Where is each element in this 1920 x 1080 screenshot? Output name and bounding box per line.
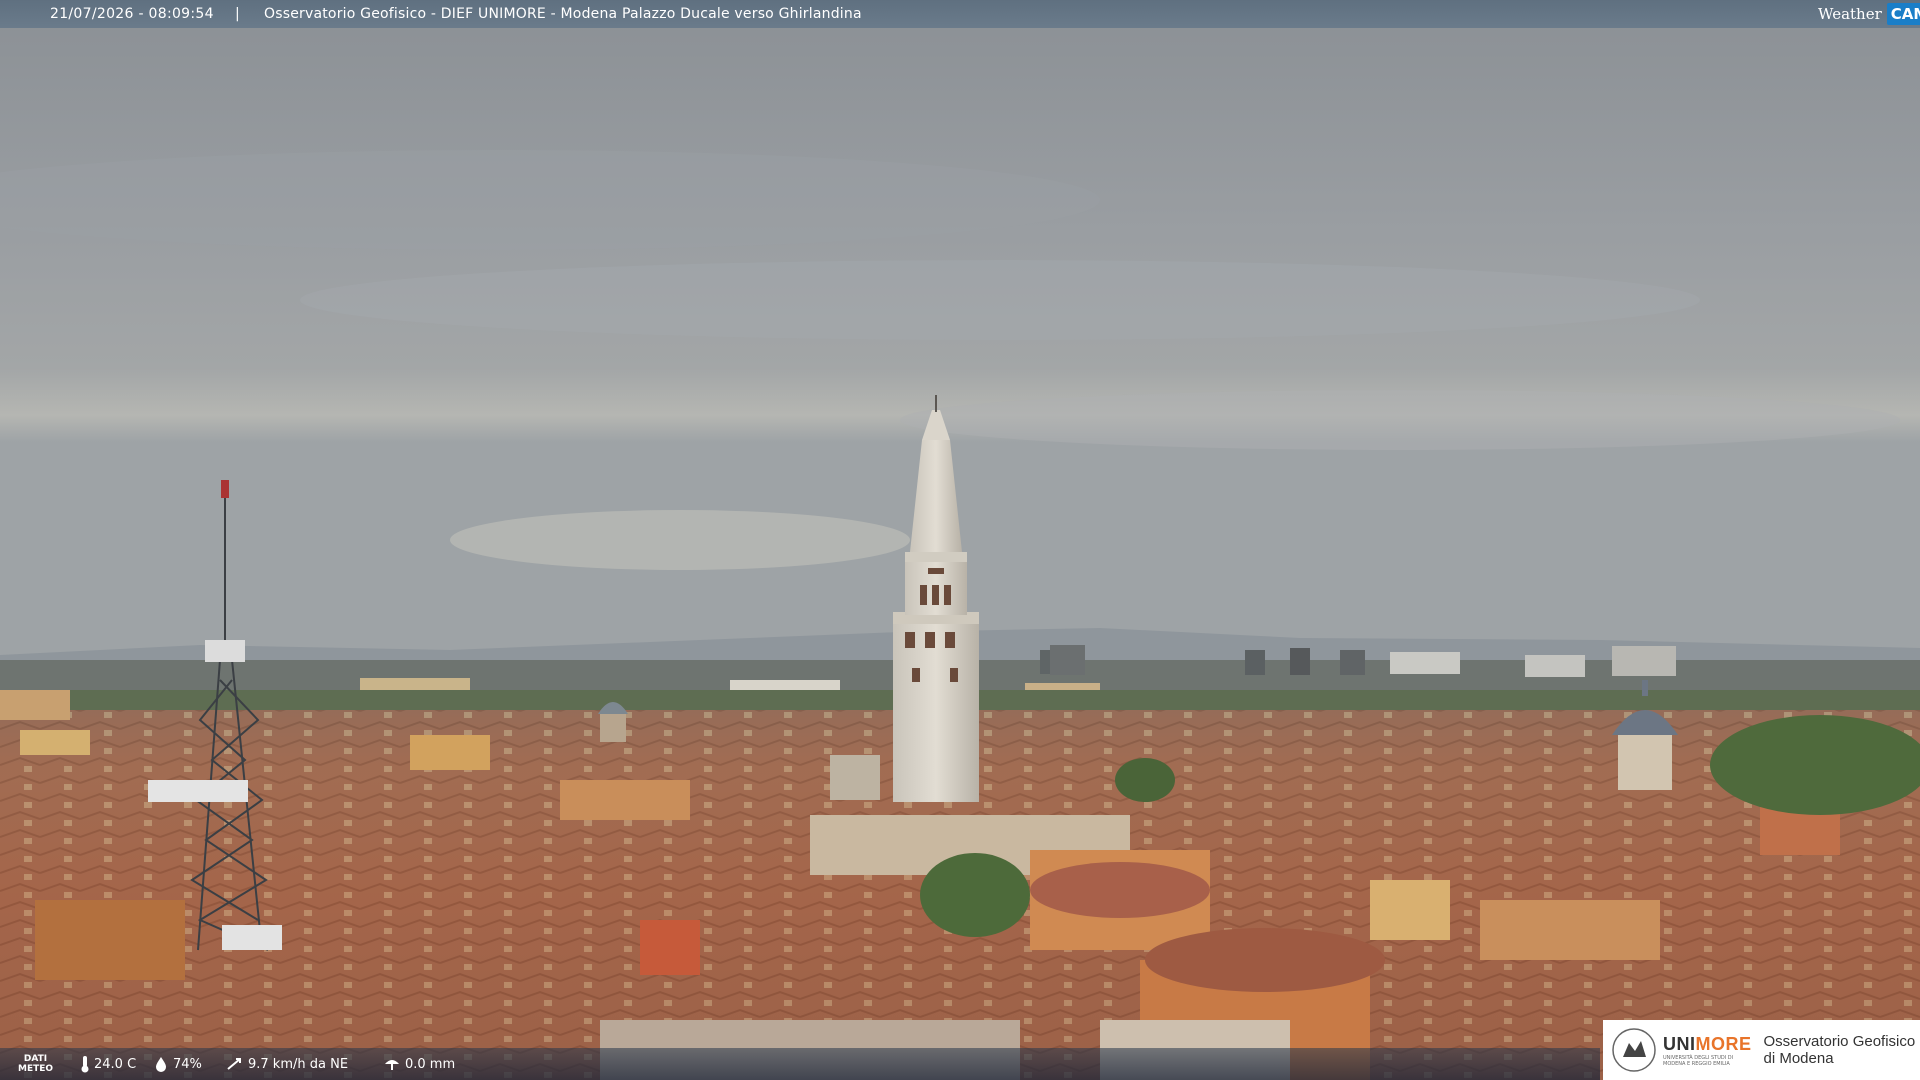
rain-icon bbox=[385, 1060, 399, 1070]
thermometer-icon bbox=[81, 1056, 89, 1073]
weathercam-logo-cam: CAM bbox=[1886, 3, 1920, 25]
unimore-subtitle: UNIVERSITÀ DEGLI STUDI DI MODENA E REGGI… bbox=[1663, 1054, 1734, 1067]
dati-label-line1: DATI bbox=[23, 1054, 48, 1064]
unimore-wordmark: UNIMORE bbox=[1663, 1034, 1752, 1055]
webcam-image bbox=[0, 0, 1920, 1080]
dati-label-line2: METEO bbox=[18, 1064, 54, 1074]
top-overlay-bar: 21/07/2026 - 08:09:54 | Osservatorio Geo… bbox=[0, 0, 1920, 28]
humidity-icon bbox=[156, 1057, 166, 1072]
weathercam-logo-weather: Weather bbox=[1818, 5, 1882, 23]
separator: | bbox=[235, 6, 240, 22]
humidity-readout: 74% bbox=[153, 1048, 202, 1080]
unimore-seal-icon bbox=[1612, 1028, 1656, 1072]
unimore-logo: UNIMORE UNIVERSITÀ DEGLI STUDI DI MODENA… bbox=[1663, 1034, 1752, 1067]
dati-meteo-label: DATI METEO bbox=[18, 1054, 53, 1074]
camera-title: Osservatorio Geofisico - DIEF UNIMORE - … bbox=[264, 6, 862, 22]
timestamp: 21/07/2026 - 08:09:54 bbox=[50, 6, 214, 22]
weathercam-logo: Weather CAM bbox=[1818, 0, 1920, 28]
uni-suffix: MORE bbox=[1695, 1033, 1752, 1054]
observatory-name: Osservatorio Geofisico di Modena bbox=[1764, 1033, 1916, 1067]
uni-prefix: UNI bbox=[1663, 1033, 1696, 1054]
wind-value: 9.7 km/h da NE bbox=[248, 1056, 349, 1072]
temperature-readout: 24.0 C bbox=[80, 1048, 136, 1080]
rain-value: 0.0 mm bbox=[405, 1056, 456, 1072]
unimore-branding: UNIMORE UNIVERSITÀ DEGLI STUDI DI MODENA… bbox=[1603, 1020, 1920, 1080]
rain-readout: 0.0 mm bbox=[383, 1048, 455, 1080]
wind-readout: 9.7 km/h da NE bbox=[226, 1048, 348, 1080]
observatory-line1: Osservatorio Geofisico bbox=[1763, 1033, 1916, 1050]
observatory-line2: di Modena bbox=[1763, 1050, 1834, 1067]
wind-icon bbox=[227, 1058, 241, 1070]
humidity-value: 74% bbox=[173, 1056, 202, 1072]
temperature-value: 24.0 C bbox=[94, 1056, 137, 1072]
weather-data-bar: DATI METEO 24.0 C 74% 9.7 km/h da NE 0.0… bbox=[0, 1048, 1600, 1080]
